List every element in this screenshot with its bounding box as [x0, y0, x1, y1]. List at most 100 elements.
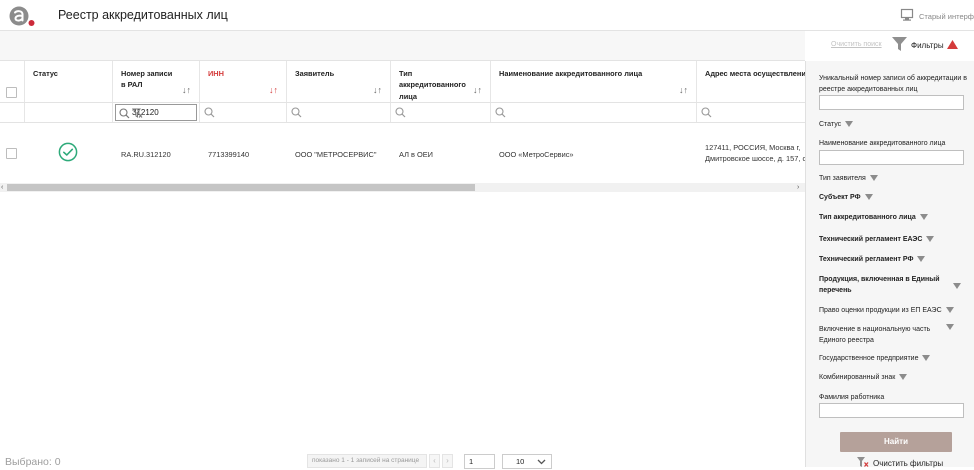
inn-filter-input[interactable]	[200, 103, 287, 122]
type-filter-input[interactable]	[391, 103, 491, 122]
cell-type: АЛ в ОЕИ	[399, 150, 433, 159]
filter-national-part[interactable]: Включение в национальную часть Единого р…	[819, 324, 937, 346]
filter-status-label: Статус	[819, 121, 842, 128]
horizontal-scrollbar[interactable]: ‹ ›	[0, 183, 805, 192]
monitor-icon	[900, 8, 914, 24]
filter-accredited-type[interactable]: Тип аккредитованного лица	[819, 212, 928, 223]
col-inn-label: ИНН	[208, 69, 224, 78]
table-row[interactable]: RA.RU.312120 7713399140 ООО "МЕТРОСЕРВИС…	[0, 123, 805, 182]
select-all-checkbox[interactable]	[6, 87, 17, 98]
col-status[interactable]: Статус	[25, 61, 113, 102]
col-address-label: Адрес места осуществления деятельности	[705, 69, 805, 78]
filter-status[interactable]: Статус	[819, 119, 854, 130]
filter-combined-mark-label: Комбинированный знак	[819, 374, 896, 381]
col-status-label: Статус	[33, 69, 58, 78]
search-icon	[291, 107, 302, 120]
col-reg-number[interactable]: Номер записи в РАЛ ↓↑	[113, 61, 200, 102]
scrollbar-thumb[interactable]	[7, 184, 475, 191]
filters-panel: Уникальный номер записи об аккредитации …	[805, 61, 974, 470]
chevron-down-icon	[864, 194, 873, 201]
search-icon	[119, 108, 130, 121]
scroll-left-icon[interactable]: ‹	[1, 183, 3, 192]
cell-reg-number[interactable]: RA.RU.312120	[113, 123, 200, 182]
find-button[interactable]: Найти	[840, 432, 952, 452]
employee-surname-input[interactable]	[819, 403, 964, 418]
sort-active-icon[interactable]: ↓↑	[269, 84, 278, 98]
filter-products-ep[interactable]: Продукция, включенная в Единый перечень	[819, 274, 944, 296]
filter-row: 312120	[0, 103, 805, 123]
scroll-right-icon[interactable]: ›	[797, 183, 799, 192]
chevron-down-icon	[899, 374, 908, 381]
chevron-down-icon	[869, 175, 878, 182]
filter-label-unique-number: Уникальный номер записи об аккредитации …	[819, 75, 967, 94]
filter-state-enterprise-label: Государственное предприятие	[819, 355, 919, 362]
clear-filters-button[interactable]: Очистить фильтры	[856, 456, 943, 470]
search-icon	[495, 107, 506, 120]
sort-icon[interactable]: ↓↑	[473, 84, 482, 98]
row-checkbox[interactable]	[6, 148, 17, 159]
filter-accredited-type-label: Тип аккредитованного лица	[819, 214, 916, 221]
search-icon	[701, 107, 712, 120]
clear-search-link[interactable]: Очистить поиск	[831, 41, 882, 48]
col-address[interactable]: Адрес места осуществления деятельности	[697, 61, 805, 102]
prev-page-button[interactable]: ‹	[429, 454, 440, 468]
logo[interactable]	[8, 4, 36, 28]
clear-filters-label: Очистить фильтры	[873, 458, 944, 468]
chevron-down-icon	[945, 307, 954, 314]
filters-toggle[interactable]: Фильтры	[891, 36, 958, 54]
chevron-down-icon	[537, 457, 546, 468]
top-bar: Реестр аккредитованных лиц Старый интерф…	[0, 0, 974, 31]
filter-tech-reg-eaes-label: Технический регламент ЕАЭС	[819, 236, 923, 243]
select-all-cell	[0, 61, 25, 102]
filter-tech-reg-rf[interactable]: Технический регламент РФ	[819, 254, 926, 265]
clear-filter-icon[interactable]	[131, 108, 193, 121]
clear-filter-icon	[856, 456, 869, 470]
page-title: Реестр аккредитованных лиц	[58, 8, 228, 22]
chevron-down-icon[interactable]	[953, 283, 961, 289]
search-icon	[204, 107, 215, 120]
next-page-button[interactable]: ›	[442, 454, 453, 468]
chevron-down-icon	[922, 355, 931, 362]
filter-combined-mark[interactable]: Комбинированный знак	[819, 372, 908, 383]
filter-right-eval[interactable]: Право оценки продукции из ЕП ЕАЭС	[819, 305, 954, 316]
col-name[interactable]: Наименование аккредитованного лица ↓↑	[491, 61, 697, 102]
chevron-down-icon	[926, 236, 935, 243]
row-status-cell	[25, 123, 113, 182]
col-inn[interactable]: ИНН ↓↑	[200, 61, 287, 102]
sort-icon[interactable]: ↓↑	[373, 84, 382, 98]
reg-number-filter-input[interactable]: 312120	[115, 104, 197, 121]
toolbar	[0, 31, 805, 61]
chevron-down-icon	[845, 121, 854, 128]
status-ok-icon	[58, 142, 78, 164]
col-applicant[interactable]: Заявитель ↓↑	[287, 61, 391, 102]
address-filter-input[interactable]	[697, 103, 805, 122]
col-type-label: Тип аккредитованного лица	[399, 69, 466, 101]
cell-name: ООО «МетроСервис»	[499, 150, 574, 159]
filter-tech-reg-eaes[interactable]: Технический регламент ЕАЭС	[819, 234, 935, 245]
sort-icon[interactable]: ↓↑	[679, 84, 688, 98]
filter-applicant-type[interactable]: Тип заявителя	[819, 173, 878, 184]
filter-tech-reg-rf-label: Технический регламент РФ	[819, 256, 914, 263]
filter-label-employee-surname: Фамилия работника	[819, 394, 885, 401]
filter-cell-empty	[0, 103, 25, 122]
old-interface-link[interactable]: Старый интерфейс	[900, 6, 974, 26]
col-type[interactable]: Тип аккредитованного лица ↓↑	[391, 61, 491, 102]
col-name-label: Наименование аккредитованного лица	[499, 69, 643, 78]
col-reg-number-label: Номер записи в РАЛ	[121, 69, 173, 90]
selected-count: Выбрано: 0	[5, 456, 61, 468]
filter-state-enterprise[interactable]: Государственное предприятие	[819, 353, 931, 364]
applicant-filter-input[interactable]	[287, 103, 391, 122]
unique-number-input[interactable]	[819, 95, 964, 110]
pagination-info: показано 1 - 1 записей на странице	[307, 454, 427, 468]
name-filter-input[interactable]	[491, 103, 697, 122]
accredited-name-input[interactable]	[819, 150, 964, 165]
funnel-icon	[891, 36, 908, 54]
chevron-down-icon	[917, 256, 926, 263]
filter-subject-rf[interactable]: Субъект РФ	[819, 192, 873, 203]
sort-icon[interactable]: ↓↑	[182, 84, 191, 98]
col-applicant-label: Заявитель	[295, 69, 335, 78]
chevron-down-icon[interactable]	[946, 324, 954, 330]
old-interface-label: Старый интерфейс	[919, 11, 974, 21]
filter-cell-status	[25, 103, 113, 122]
chevron-down-icon	[919, 214, 928, 221]
